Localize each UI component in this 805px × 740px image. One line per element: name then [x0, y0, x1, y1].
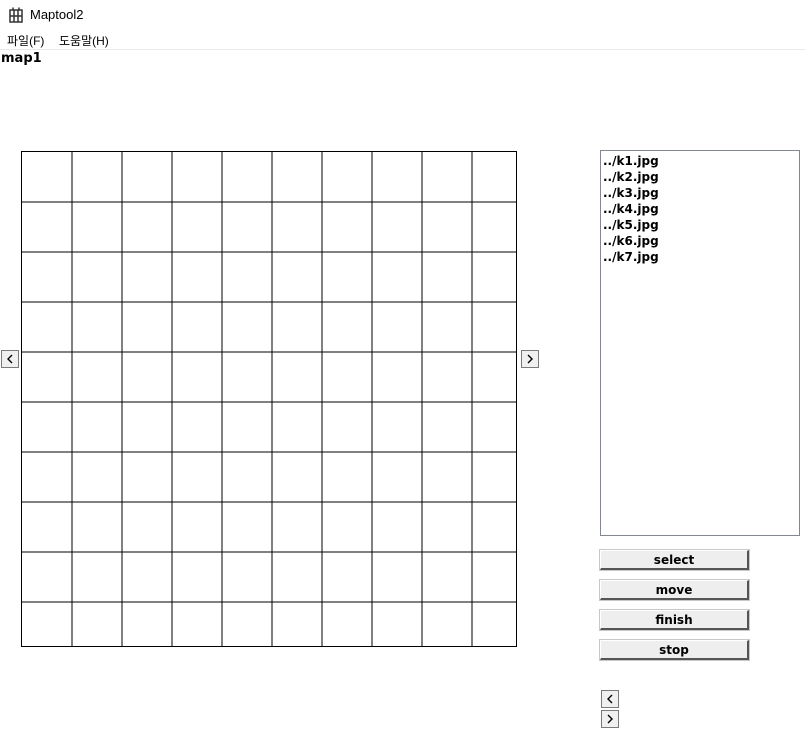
- list-item[interactable]: ../k6.jpg: [602, 233, 799, 249]
- list-prev-button[interactable]: [601, 690, 619, 708]
- window-title: Maptool2: [30, 7, 84, 22]
- list-item[interactable]: ../k1.jpg: [602, 153, 799, 169]
- app-grid-icon: [9, 7, 23, 23]
- list-next-button[interactable]: [601, 710, 619, 728]
- map-grid-lines: [22, 152, 516, 646]
- title-bar: Maptool2: [0, 0, 805, 30]
- stop-button[interactable]: stop: [599, 639, 750, 661]
- menu-help[interactable]: 도움말(H): [59, 32, 109, 49]
- map-scroll-right-button[interactable]: [521, 350, 539, 368]
- list-item[interactable]: ../k4.jpg: [602, 201, 799, 217]
- chevron-right-icon: [527, 354, 533, 364]
- image-file-list[interactable]: ../k1.jpg ../k2.jpg ../k3.jpg ../k4.jpg …: [600, 150, 800, 536]
- list-item[interactable]: ../k2.jpg: [602, 169, 799, 185]
- move-button[interactable]: move: [599, 579, 750, 601]
- chevron-left-icon: [7, 354, 13, 364]
- list-item[interactable]: ../k7.jpg: [602, 249, 799, 265]
- menu-file[interactable]: 파일(F): [7, 32, 44, 49]
- map-scroll-left-button[interactable]: [1, 350, 19, 368]
- map-name: map1: [1, 51, 42, 66]
- chevron-right-icon: [607, 714, 613, 724]
- list-item[interactable]: ../k5.jpg: [602, 217, 799, 233]
- select-button[interactable]: select: [599, 549, 750, 571]
- menu-bar: 파일(F) 도움말(H): [0, 30, 805, 50]
- finish-button[interactable]: finish: [599, 609, 750, 631]
- chevron-left-icon: [607, 694, 613, 704]
- list-item[interactable]: ../k3.jpg: [602, 185, 799, 201]
- map-grid[interactable]: [21, 151, 517, 647]
